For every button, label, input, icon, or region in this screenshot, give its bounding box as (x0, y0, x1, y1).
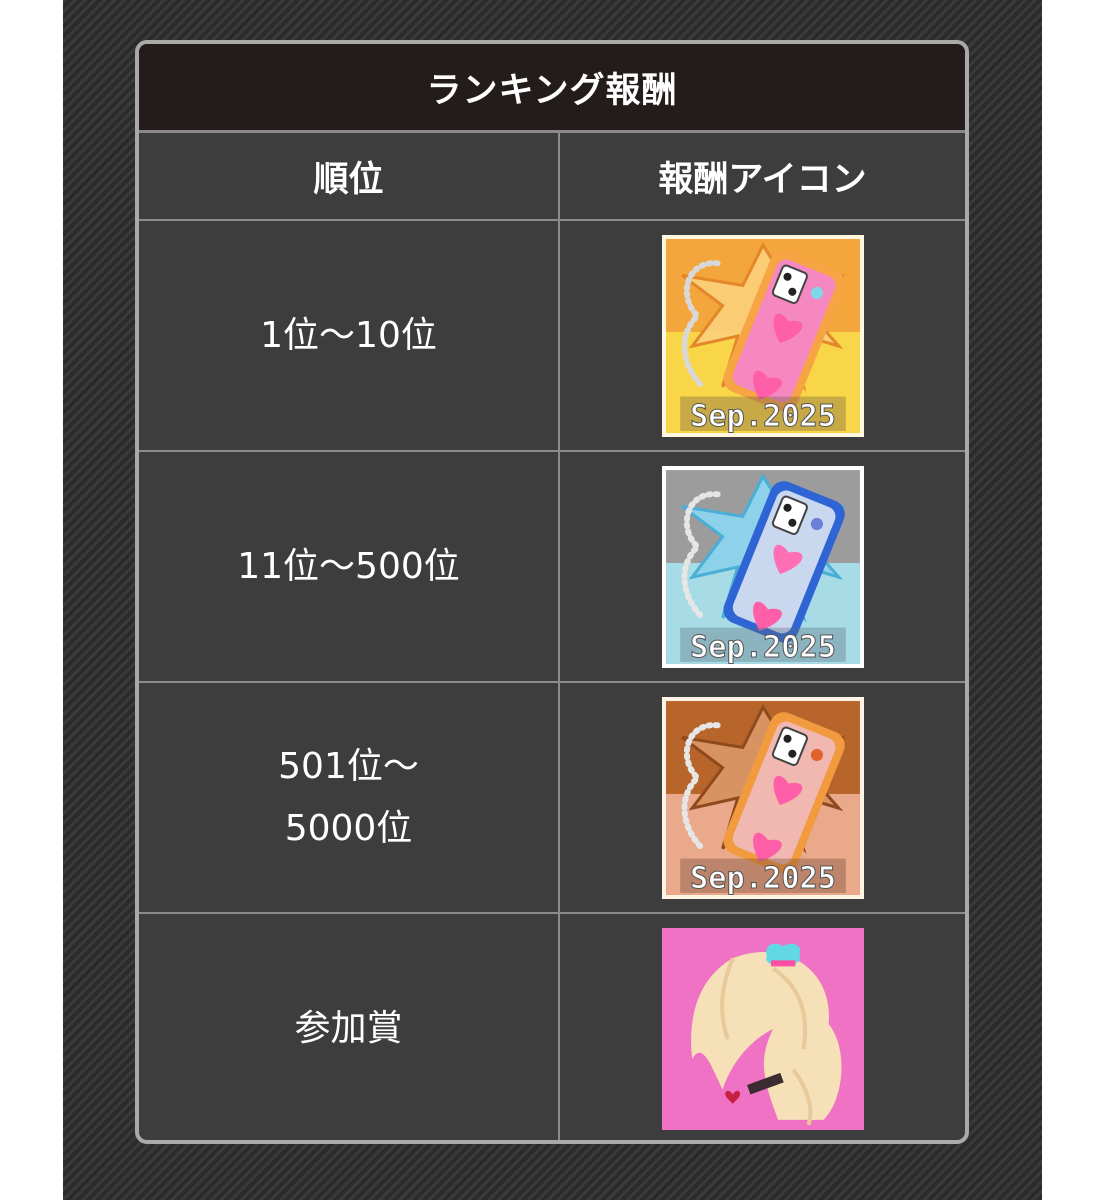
table-row: 11位〜500位 Sep.2025 (139, 450, 965, 683)
table-row: 参加賞 (139, 912, 965, 1140)
icon-cell: Sep.2025 (558, 681, 965, 914)
rank-label: 参加賞 (294, 1007, 403, 1049)
table-title: ランキング報酬 (139, 44, 965, 133)
phone-case-icon-bronze: Sep.2025 (661, 696, 864, 899)
icon-cell: Sep.2025 (558, 450, 965, 683)
ranking-reward-table: ランキング報酬 順位 報酬アイコン 1位〜10位 Sep.2025 11位〜50… (135, 40, 969, 1144)
rank-cell: 1位〜10位 (139, 219, 560, 452)
svg-text:Sep.2025: Sep.2025 (690, 398, 836, 433)
rank-cell: 参加賞 (139, 912, 560, 1140)
rank-label: 11位〜500位 (237, 545, 460, 587)
svg-text:Sep.2025: Sep.2025 (690, 860, 836, 895)
icon-cell (558, 912, 965, 1140)
phone-case-icon-silver: Sep.2025 (661, 465, 864, 668)
character-silhouette-icon (661, 927, 864, 1130)
header-reward-icon: 報酬アイコン (558, 133, 965, 221)
rank-label: 501位〜 5000位 (278, 745, 419, 849)
header-rank: 順位 (139, 133, 560, 221)
table-row: 1位〜10位 Sep.2025 (139, 219, 965, 452)
rank-cell: 11位〜500位 (139, 450, 560, 683)
rank-cell: 501位〜 5000位 (139, 681, 560, 914)
reward-table: 順位 報酬アイコン 1位〜10位 Sep.2025 11位〜500位 Sep.2… (139, 133, 965, 1140)
svg-text:Sep.2025: Sep.2025 (690, 629, 836, 664)
icon-cell: Sep.2025 (558, 219, 965, 452)
rank-label: 1位〜10位 (260, 314, 437, 356)
phone-case-icon-gold: Sep.2025 (661, 234, 864, 437)
table-row: 501位〜 5000位 Sep.2025 (139, 681, 965, 914)
table-header-row: 順位 報酬アイコン (139, 133, 965, 221)
